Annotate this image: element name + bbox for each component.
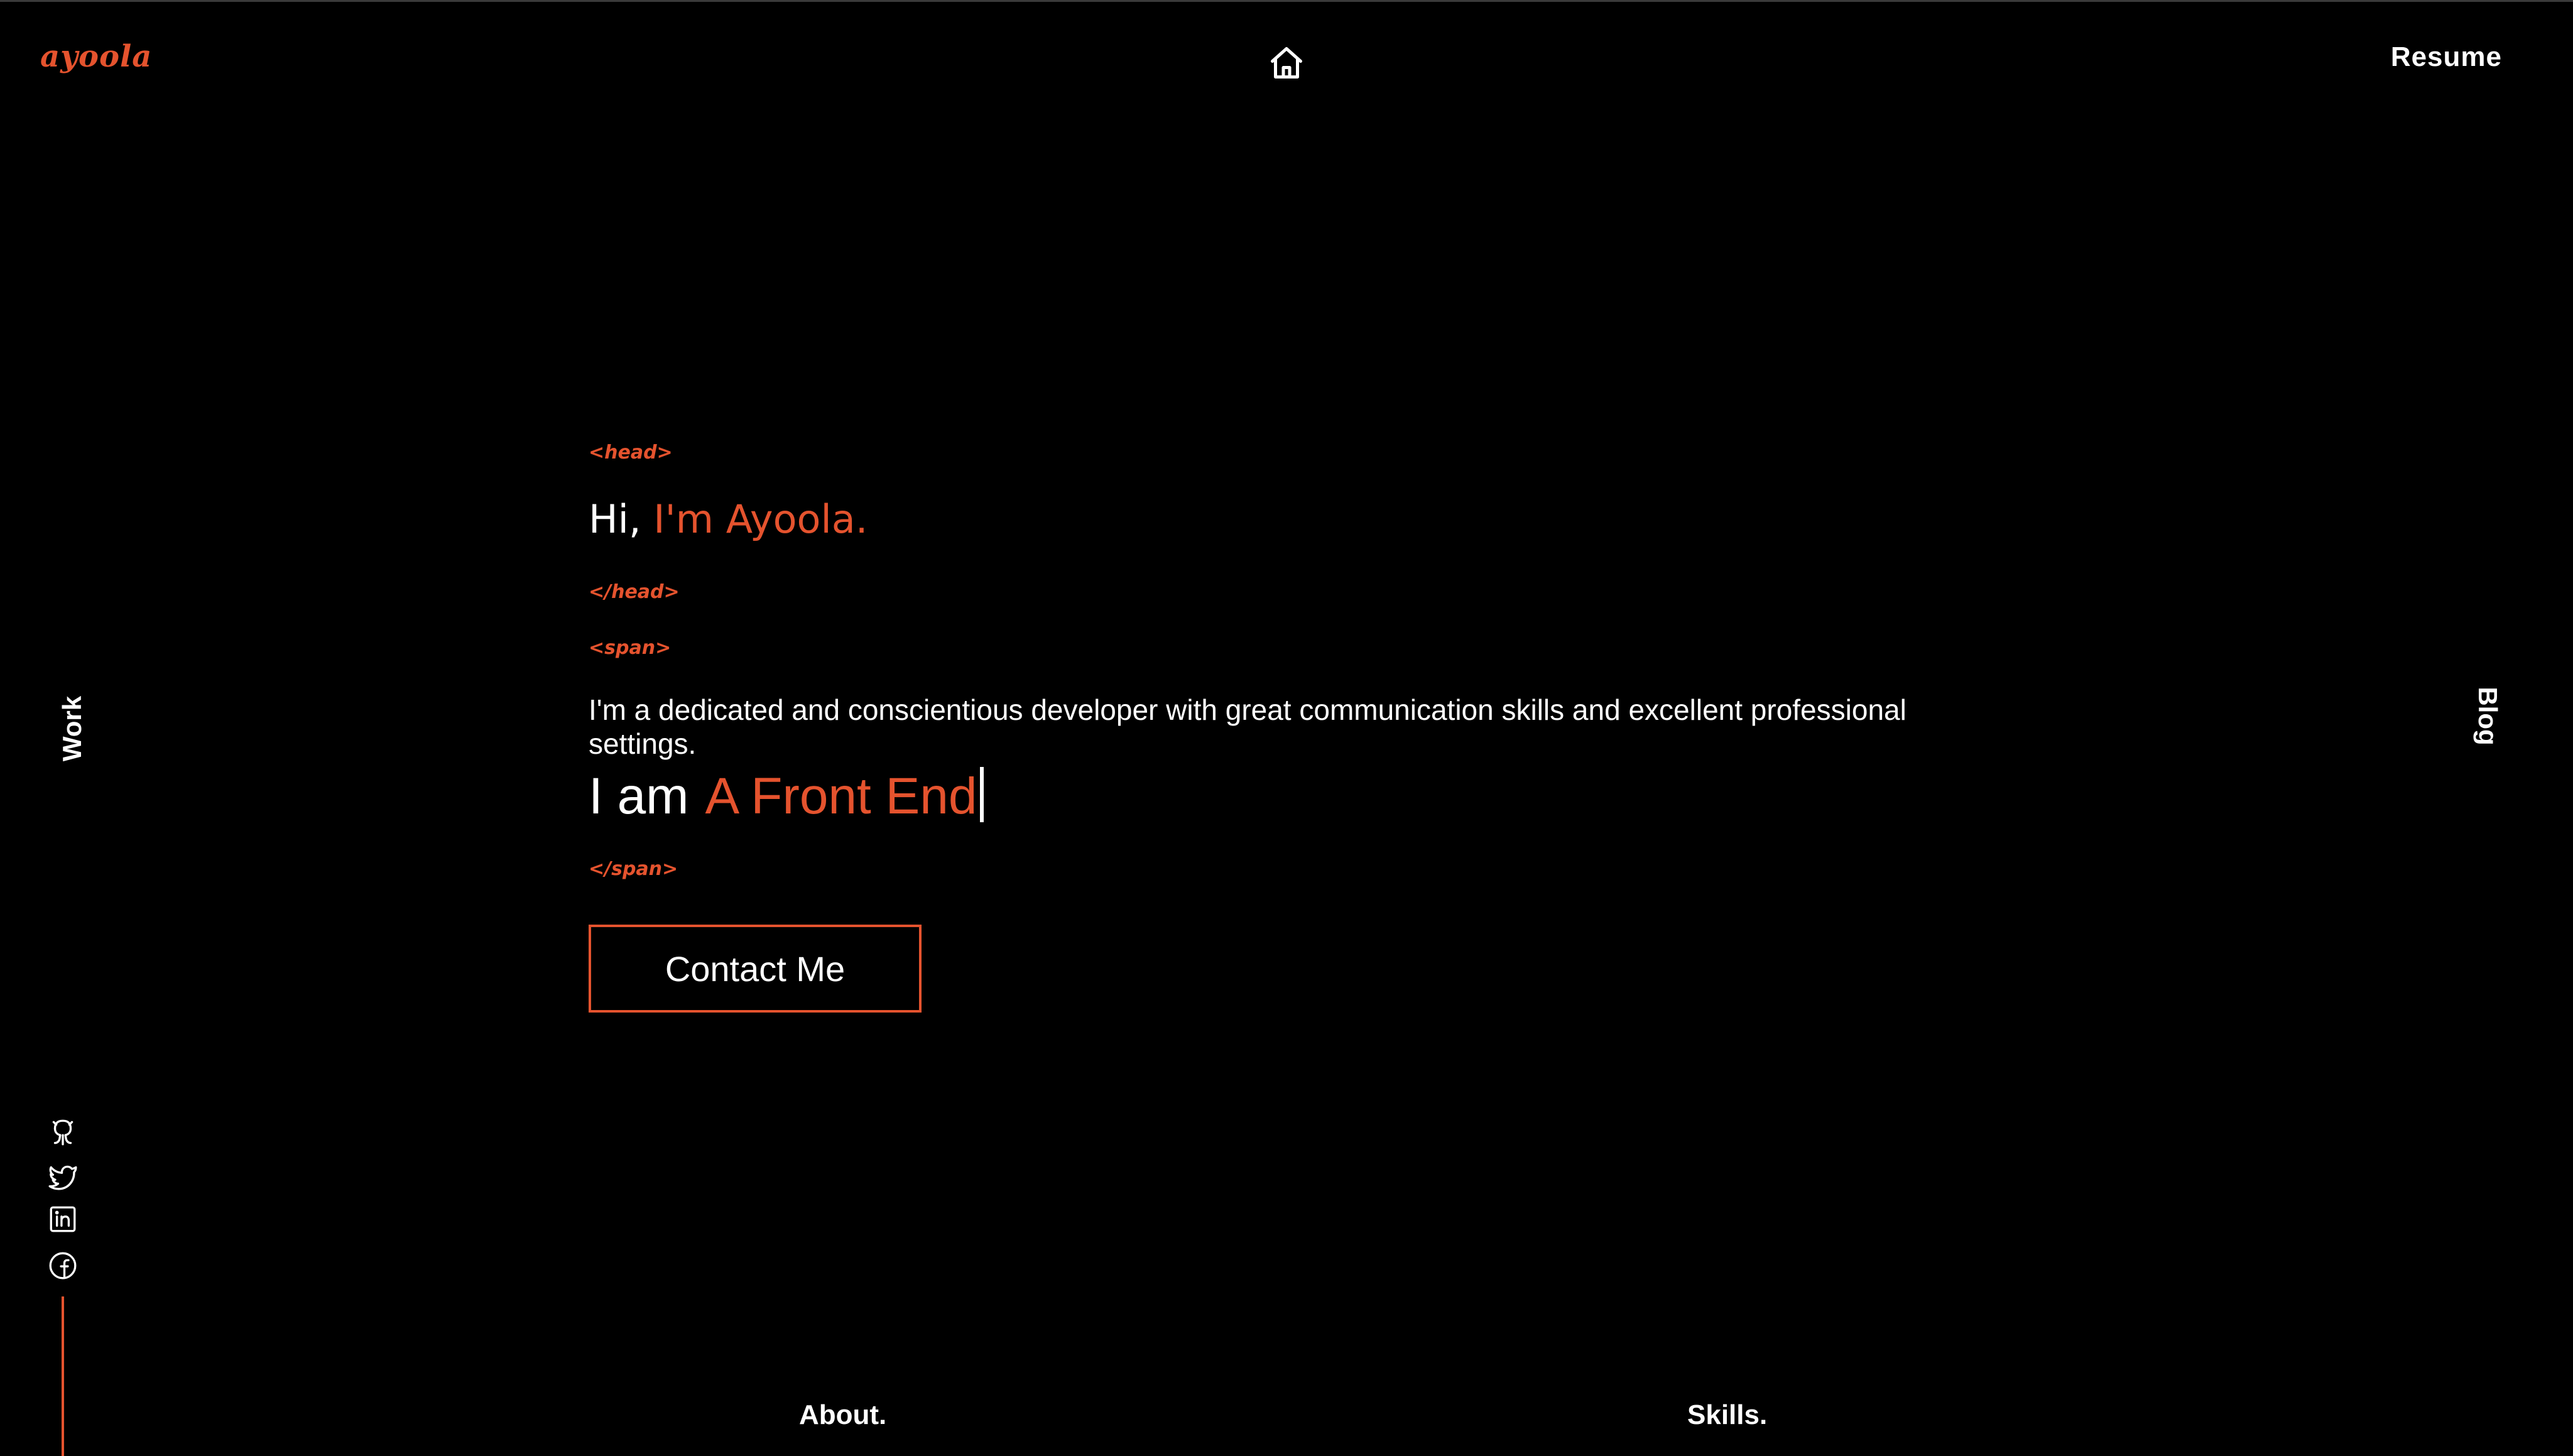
github-icon[interactable] [47, 1117, 79, 1148]
head-open-tag: <head> [589, 442, 673, 464]
head-close-tag: </head> [589, 581, 680, 603]
skills-link[interactable]: Skills. [1687, 1399, 1767, 1431]
typing-caret [979, 767, 984, 822]
greeting-text: Hi, [589, 496, 641, 542]
social-divider-line [62, 1296, 64, 1456]
about-link[interactable]: About. [799, 1399, 886, 1431]
home-icon[interactable] [1268, 44, 1305, 82]
contact-me-button[interactable]: Contact Me [589, 925, 922, 1013]
resume-link[interactable]: Resume [2391, 41, 2502, 73]
typing-line: I am A Front End [589, 765, 984, 828]
span-close-tag: </span> [589, 858, 678, 880]
span-open-tag: <span> [589, 637, 672, 659]
logo[interactable]: ayoola [40, 39, 152, 74]
twitter-icon[interactable] [47, 1161, 79, 1192]
top-border [0, 0, 2573, 2]
work-link[interactable]: Work [57, 696, 87, 761]
iam-lead-text: I am [589, 768, 689, 825]
bio-text: I'm a dedicated and conscientious develo… [589, 693, 1907, 760]
iam-role-text: A Front End [705, 768, 977, 825]
page-title: Hi, I'm Ayoola. [589, 496, 868, 542]
facebook-icon[interactable] [47, 1250, 79, 1281]
linkedin-icon[interactable] [47, 1203, 79, 1235]
name-text: I'm Ayoola. [653, 496, 868, 542]
blog-link[interactable]: Blog [2472, 687, 2503, 745]
